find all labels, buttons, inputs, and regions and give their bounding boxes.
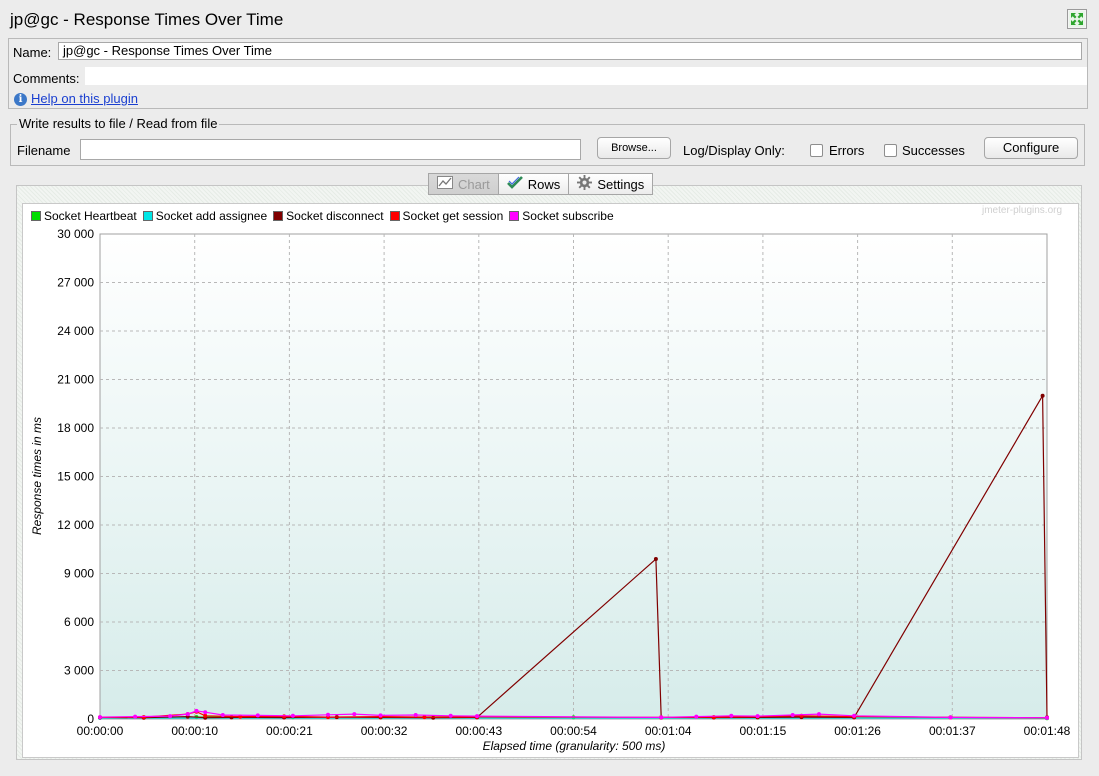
- y-tick-label: 24 000: [57, 324, 94, 338]
- x-tick-label: 00:00:43: [455, 724, 502, 738]
- data-point: [659, 715, 664, 720]
- y-tick-label: 18 000: [57, 421, 94, 435]
- data-point: [790, 713, 795, 717]
- x-tick-label: 00:01:04: [645, 724, 692, 738]
- data-point: [475, 714, 479, 719]
- data-point: [413, 713, 418, 717]
- y-tick-label: 6 000: [64, 615, 94, 629]
- data-point: [185, 712, 190, 717]
- data-point: [133, 714, 138, 719]
- data-point: [352, 712, 357, 717]
- x-tick-label: 00:00:10: [171, 724, 218, 738]
- response-times-chart: 03 0006 0009 00012 00015 00018 00021 000…: [30, 227, 1071, 753]
- x-tick-label: 00:00:54: [550, 724, 597, 738]
- y-axis-title: Response times in ms: [30, 417, 44, 535]
- x-tick-label: 00:01:37: [929, 724, 976, 738]
- x-tick-label: 00:01:48: [1024, 724, 1071, 738]
- y-tick-label: 12 000: [57, 518, 94, 532]
- y-tick-label: 30 000: [57, 227, 94, 241]
- x-tick-label: 00:01:15: [740, 724, 787, 738]
- y-tick-label: 27 000: [57, 276, 94, 290]
- data-point: [141, 715, 146, 720]
- data-point: [203, 713, 208, 718]
- data-point: [203, 710, 208, 715]
- y-tick-label: 3 000: [64, 664, 94, 678]
- x-axis-title: Elapsed time (granularity: 500 ms): [483, 739, 666, 753]
- data-point: [378, 713, 383, 718]
- data-point: [448, 713, 453, 718]
- data-point: [168, 714, 173, 719]
- data-point: [282, 714, 287, 719]
- data-point: [431, 715, 436, 720]
- y-tick-label: 9 000: [64, 567, 94, 581]
- x-tick-label: 00:00:00: [77, 724, 124, 738]
- x-tick-label: 00:00:32: [361, 724, 408, 738]
- data-point: [653, 557, 658, 561]
- data-point: [755, 714, 760, 719]
- x-tick-label: 00:01:26: [834, 724, 881, 738]
- data-point: [729, 713, 734, 718]
- data-point: [1045, 715, 1049, 720]
- data-point: [694, 714, 699, 719]
- data-point: [290, 713, 295, 718]
- data-point: [98, 715, 102, 720]
- data-point: [817, 712, 821, 717]
- data-point: [194, 708, 199, 713]
- data-point: [852, 713, 857, 718]
- data-point: [255, 713, 260, 718]
- y-tick-label: 15 000: [57, 470, 94, 484]
- data-point: [220, 713, 225, 717]
- y-tick-label: 21 000: [57, 373, 94, 387]
- data-point: [1040, 393, 1045, 398]
- data-point: [948, 715, 953, 720]
- x-tick-label: 00:00:21: [266, 724, 313, 738]
- data-point: [326, 712, 330, 717]
